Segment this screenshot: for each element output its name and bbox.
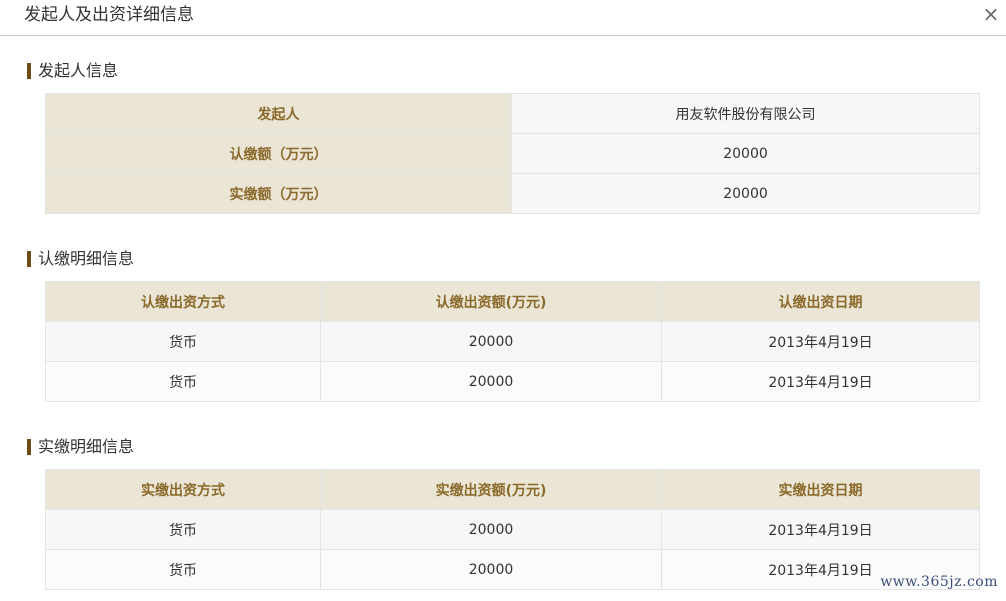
column-header-method: 认缴出资方式 (45, 281, 321, 322)
cell-method: 货币 (45, 509, 321, 550)
table-row: 发起人 用友软件股份有限公司 (45, 93, 980, 134)
table-header-row: 实缴出资方式 实缴出资额(万元) 实缴出资日期 (45, 469, 980, 510)
cell-date: 2013年4月19日 (661, 361, 980, 402)
table-row: 货币 20000 2013年4月19日 (45, 361, 980, 402)
table-row: 货币 20000 2013年4月19日 (45, 509, 980, 550)
column-header-amount: 认缴出资额(万元) (320, 281, 662, 322)
table-row: 认缴额（万元） 20000 (45, 133, 980, 174)
founder-section-title: 发起人信息 (27, 60, 118, 82)
column-header-date: 实缴出资日期 (661, 469, 980, 510)
column-header-amount: 实缴出资额(万元) (320, 469, 662, 510)
paid-section-title: 实缴明细信息 (27, 436, 134, 458)
close-icon[interactable]: × (980, 3, 1002, 25)
subscribed-section-title-text: 认缴明细信息 (38, 249, 135, 268)
cell-amount: 20000 (320, 361, 662, 402)
founder-table: 发起人 用友软件股份有限公司 认缴额（万元） 20000 实缴额（万元） 200… (45, 93, 980, 214)
paid-amount-value-cell: 20000 (511, 173, 980, 214)
cell-date: 2013年4月19日 (661, 321, 980, 362)
founder-label-cell: 发起人 (45, 93, 512, 134)
table-header-row: 认缴出资方式 认缴出资额(万元) 认缴出资日期 (45, 281, 980, 322)
paid-section-title-text: 实缴明细信息 (38, 437, 135, 456)
cell-amount: 20000 (320, 509, 662, 550)
founder-value-cell: 用友软件股份有限公司 (511, 93, 980, 134)
cell-amount: 20000 (320, 321, 662, 362)
cell-method: 货币 (45, 549, 321, 590)
column-header-date: 认缴出资日期 (661, 281, 980, 322)
section-marker (27, 63, 31, 79)
section-marker (27, 439, 31, 455)
column-header-method: 实缴出资方式 (45, 469, 321, 510)
cell-method: 货币 (45, 321, 321, 362)
dialog-header: 发起人及出资详细信息 × (0, 0, 1006, 36)
cell-method: 货币 (45, 361, 321, 402)
table-row: 货币 20000 2013年4月19日 (45, 321, 980, 362)
cell-date: 2013年4月19日 (661, 509, 980, 550)
subscribed-table: 认缴出资方式 认缴出资额(万元) 认缴出资日期 货币 20000 2013年4月… (45, 281, 980, 402)
table-row: 货币 20000 2013年4月19日 (45, 549, 980, 590)
section-marker (27, 251, 31, 267)
subscribed-section-title: 认缴明细信息 (27, 248, 134, 270)
subscribed-amount-value-cell: 20000 (511, 133, 980, 174)
dialog-title: 发起人及出资详细信息 (24, 5, 194, 25)
subscribed-amount-label-cell: 认缴额（万元） (45, 133, 512, 174)
table-row: 实缴额（万元） 20000 (45, 173, 980, 214)
paid-amount-label-cell: 实缴额（万元） (45, 173, 512, 214)
paid-table: 实缴出资方式 实缴出资额(万元) 实缴出资日期 货币 20000 2013年4月… (45, 469, 980, 590)
founder-section-title-text: 发起人信息 (38, 61, 119, 80)
cell-amount: 20000 (320, 549, 662, 590)
watermark: www.365jz.com (880, 574, 998, 590)
